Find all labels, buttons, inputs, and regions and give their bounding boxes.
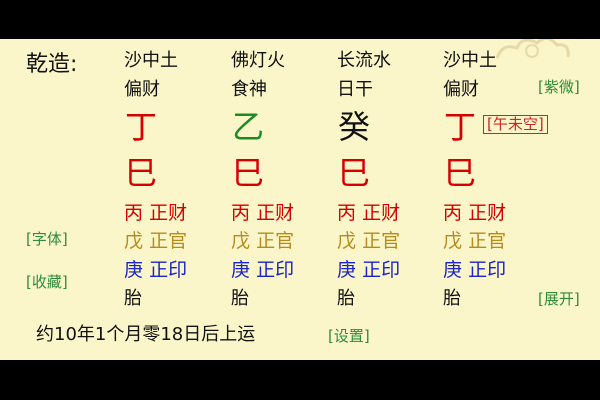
pillar-hour-hidden-1: 丙 正财 <box>443 202 507 224</box>
pillar-year-branch: 巳 <box>125 154 158 192</box>
pillar-hour-hidden-2: 戊 正官 <box>443 230 507 252</box>
cloud-decoration-icon <box>495 39 570 59</box>
pillar-month-nayin: 佛灯火 <box>231 50 285 71</box>
pillar-hour-branch: 巳 <box>444 154 477 192</box>
pillar-hour-nayin: 沙中土 <box>443 50 497 71</box>
kongwang-badge: [午未空] <box>483 115 548 134</box>
pillar-hour-hidden-3: 庚 正印 <box>443 259 507 281</box>
pillar-month-hidden-2: 戊 正官 <box>231 230 295 252</box>
pillar-month-stem: 乙 <box>232 108 265 146</box>
pillar-hour-stem: 丁 <box>444 108 477 146</box>
pillar-day-hidden-2: 戊 正官 <box>337 230 401 252</box>
chart-title: 乾造: <box>26 52 78 77</box>
settings-link[interactable]: [设置] <box>328 329 370 344</box>
pillar-month-hidden-3: 庚 正印 <box>231 259 295 281</box>
font-link[interactable]: [字体] <box>26 232 68 247</box>
pillar-month-hidden-1: 丙 正财 <box>231 202 295 224</box>
pillar-day-hidden-1: 丙 正财 <box>337 202 401 224</box>
pillar-day-branch: 巳 <box>338 154 371 192</box>
expand-link[interactable]: [展开] <box>538 292 580 307</box>
pillar-year-stem: 丁 <box>125 108 158 146</box>
pillar-day-shishen: 日干 <box>337 79 373 100</box>
pillar-year-shishen: 偏财 <box>124 79 160 100</box>
pillar-day-stem: 癸 <box>338 108 371 146</box>
pillar-month-shishen: 食神 <box>231 79 267 100</box>
favorite-link[interactable]: [收藏] <box>26 275 68 290</box>
pillar-month-state: 胎 <box>231 288 249 309</box>
pillar-hour-shishen: 偏财 <box>443 79 479 100</box>
luck-start-text: 约10年1个月零18日后上运 <box>36 324 256 345</box>
pillar-month-branch: 巳 <box>232 154 265 192</box>
pillar-year-hidden-2: 戊 正官 <box>124 230 188 252</box>
pillar-year-state: 胎 <box>124 288 142 309</box>
pillar-day-nayin: 长流水 <box>337 50 391 71</box>
pillar-day-state: 胎 <box>337 288 355 309</box>
pillar-year-hidden-3: 庚 正印 <box>124 259 188 281</box>
pillar-year-nayin: 沙中土 <box>124 50 178 71</box>
pillar-hour-state: 胎 <box>443 288 461 309</box>
purple-star-link[interactable]: [紫微] <box>538 80 580 95</box>
bazi-chart-screen: 乾造: 沙中土 偏财 丁 巳 丙 正财 戊 正官 庚 正印 胎 佛灯火 食神 乙… <box>0 39 600 360</box>
pillar-day-hidden-3: 庚 正印 <box>337 259 401 281</box>
pillar-year-hidden-1: 丙 正财 <box>124 202 188 224</box>
